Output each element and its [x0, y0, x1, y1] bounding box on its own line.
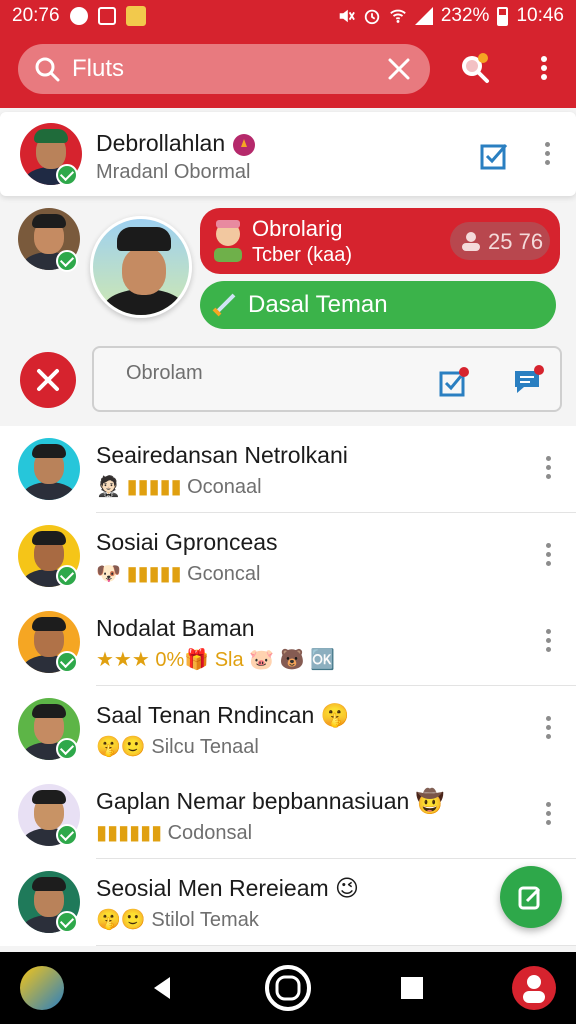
chat-preview-text: Stilol Temak: [151, 909, 259, 931]
bubble-subtitle: Tcber (kaa): [252, 244, 353, 266]
chat-name: Seosial Men Rereieam 😉: [96, 875, 360, 901]
chat-preview: 🤫🙂 Silcu Tenaal: [96, 734, 259, 759]
chat-row[interactable]: Saal Tenan Rndincan 🤫 🤫🙂 Silcu Tenaal: [0, 686, 576, 773]
row-menu-icon[interactable]: [544, 543, 552, 569]
battery-percent: 232%: [440, 5, 490, 26]
chat-row[interactable]: Seosial Men Rereieam 😉 🤫🙂 Stilol Temak: [0, 859, 576, 946]
system-nav-bar: [0, 952, 576, 1024]
heart-badge-icon: [232, 133, 255, 156]
chat-preview-bubble[interactable]: Obrolarig Tcber (kaa) 25 76: [200, 208, 560, 274]
chat-preview: 🤫🙂 Stilol Temak: [96, 907, 259, 932]
chat-preview-emojis: 🤫🙂: [96, 736, 146, 758]
dismiss-button[interactable]: [20, 352, 76, 408]
chat-name: Sosiai Gpronceas: [96, 529, 278, 555]
chat-name: Seairedansan Netrolkani: [96, 442, 348, 468]
home-icon[interactable]: [264, 964, 312, 1012]
chat-name: Gaplan Nemar bepbannasiuan 🤠: [96, 788, 445, 814]
composer-placeholder: Obrolam: [126, 362, 203, 384]
clear-search-icon[interactable]: [386, 56, 412, 82]
signal-icon: [414, 7, 433, 25]
search-notification-icon[interactable]: [456, 50, 492, 86]
profile-photo-large[interactable]: [90, 216, 192, 318]
character-sticker-icon: [214, 220, 242, 262]
battery-icon: [497, 6, 509, 26]
row-menu-icon[interactable]: [544, 456, 552, 482]
verified-check-icon: [56, 911, 78, 933]
chat-preview: 🤵🏻 ▮▮▮▮▮ Oconaal: [96, 474, 262, 499]
chat-name: Nodalat Baman: [96, 615, 255, 641]
chat-name: Saal Tenan Rndincan 🤫: [96, 702, 350, 728]
chat-preview-emojis: 🤵🏻 ▮▮▮▮▮: [96, 476, 182, 498]
chat-preview-emojis: 🐶 ▮▮▮▮▮: [96, 563, 182, 585]
chat-preview-text: Silcu Tenaal: [151, 736, 259, 758]
verified-check-icon: [56, 250, 78, 272]
member-count-pill: 25 76: [450, 222, 550, 260]
row-menu-icon[interactable]: [544, 802, 552, 828]
sword-icon: [212, 293, 236, 317]
mute-icon: [339, 9, 355, 23]
verified-check-icon: [56, 738, 78, 760]
verified-check-icon: [56, 164, 78, 186]
row-menu-icon[interactable]: [543, 142, 551, 168]
search-icon: [35, 57, 60, 82]
chat-preview-text: Codonsal: [167, 822, 253, 844]
chat-preview: ★★★ 0%🎁 Sla 🐷 🐻 🆗: [96, 647, 335, 672]
close-icon: [37, 369, 59, 391]
notification-app-icon: [97, 7, 116, 25]
verified-check-icon: [56, 651, 78, 673]
new-chat-button[interactable]: [500, 866, 562, 928]
notification-blob-icon: [69, 7, 88, 25]
member-count: 25 76: [488, 229, 544, 254]
chat-row[interactable]: Sosiai Gpronceas 🐶 ▮▮▮▮▮ Gconcal: [0, 513, 576, 600]
chat-preview-text: Gconcal: [187, 563, 261, 585]
chat-preview-text: Oconaal: [187, 476, 262, 498]
avatar: [18, 438, 80, 500]
status-clock: 10:46: [516, 5, 564, 26]
chat-preview-emojis: ★★★ 0%🎁 Sla 🐷 🐻 🆗: [96, 649, 335, 671]
app-shortcut-avatar[interactable]: [20, 966, 64, 1010]
app-bar: 20:76 232% 10:46: [0, 0, 576, 108]
chat-row[interactable]: Gaplan Nemar bepbannasiuan 🤠 ▮▮▮▮▮▮ Codo…: [0, 772, 576, 859]
chat-subtitle: Mradanl Obormal: [96, 161, 251, 183]
recents-icon[interactable]: [400, 976, 424, 1000]
verified-check-icon: [56, 824, 78, 846]
pinned-chat-row[interactable]: Debrollahlan Mradanl Obormal: [0, 112, 576, 196]
bubble-title: Obrolarig: [252, 216, 343, 241]
wifi-icon: [390, 9, 406, 23]
alarm-icon: [364, 9, 380, 25]
search-bar: [18, 44, 430, 94]
chat-row[interactable]: Seairedansan Netrolkani 🤵🏻 ▮▮▮▮▮ Oconaal: [0, 426, 576, 513]
mark-read-icon[interactable]: [480, 140, 510, 170]
add-friend-button[interactable]: Dasal Teman: [200, 281, 556, 329]
person-icon: [523, 975, 545, 1003]
chat-preview: 🐶 ▮▮▮▮▮ Gconcal: [96, 561, 260, 586]
row-menu-icon[interactable]: [544, 716, 552, 742]
back-icon[interactable]: [148, 974, 176, 1002]
compose-icon: [518, 886, 541, 910]
status-time-left: 20:76: [12, 5, 60, 26]
profile-shortcut[interactable]: [512, 966, 556, 1010]
message-composer[interactable]: Obrolam: [92, 346, 562, 412]
status-bar: 20:76 232% 10:46: [0, 0, 576, 32]
chat-name: Debrollahlan: [96, 130, 258, 157]
chat-row[interactable]: Nodalat Baman ★★★ 0%🎁 Sla 🐷 🐻 🆗: [0, 599, 576, 686]
search-input[interactable]: [72, 52, 372, 86]
chat-preview-emojis: ▮▮▮▮▮▮: [96, 822, 163, 844]
overflow-menu-icon[interactable]: [526, 50, 562, 86]
message-icon[interactable]: [512, 364, 546, 398]
checklist-icon[interactable]: [438, 366, 470, 398]
person-icon: [462, 232, 480, 251]
chat-preview-emojis: 🤫🙂: [96, 909, 146, 931]
row-menu-icon[interactable]: [544, 629, 552, 655]
add-friend-label: Dasal Teman: [248, 291, 388, 318]
notification-avatar-icon: [125, 6, 146, 26]
row-divider: [96, 945, 576, 946]
chat-preview: ▮▮▮▮▮▮ Codonsal: [96, 820, 252, 845]
verified-check-icon: [56, 565, 78, 587]
